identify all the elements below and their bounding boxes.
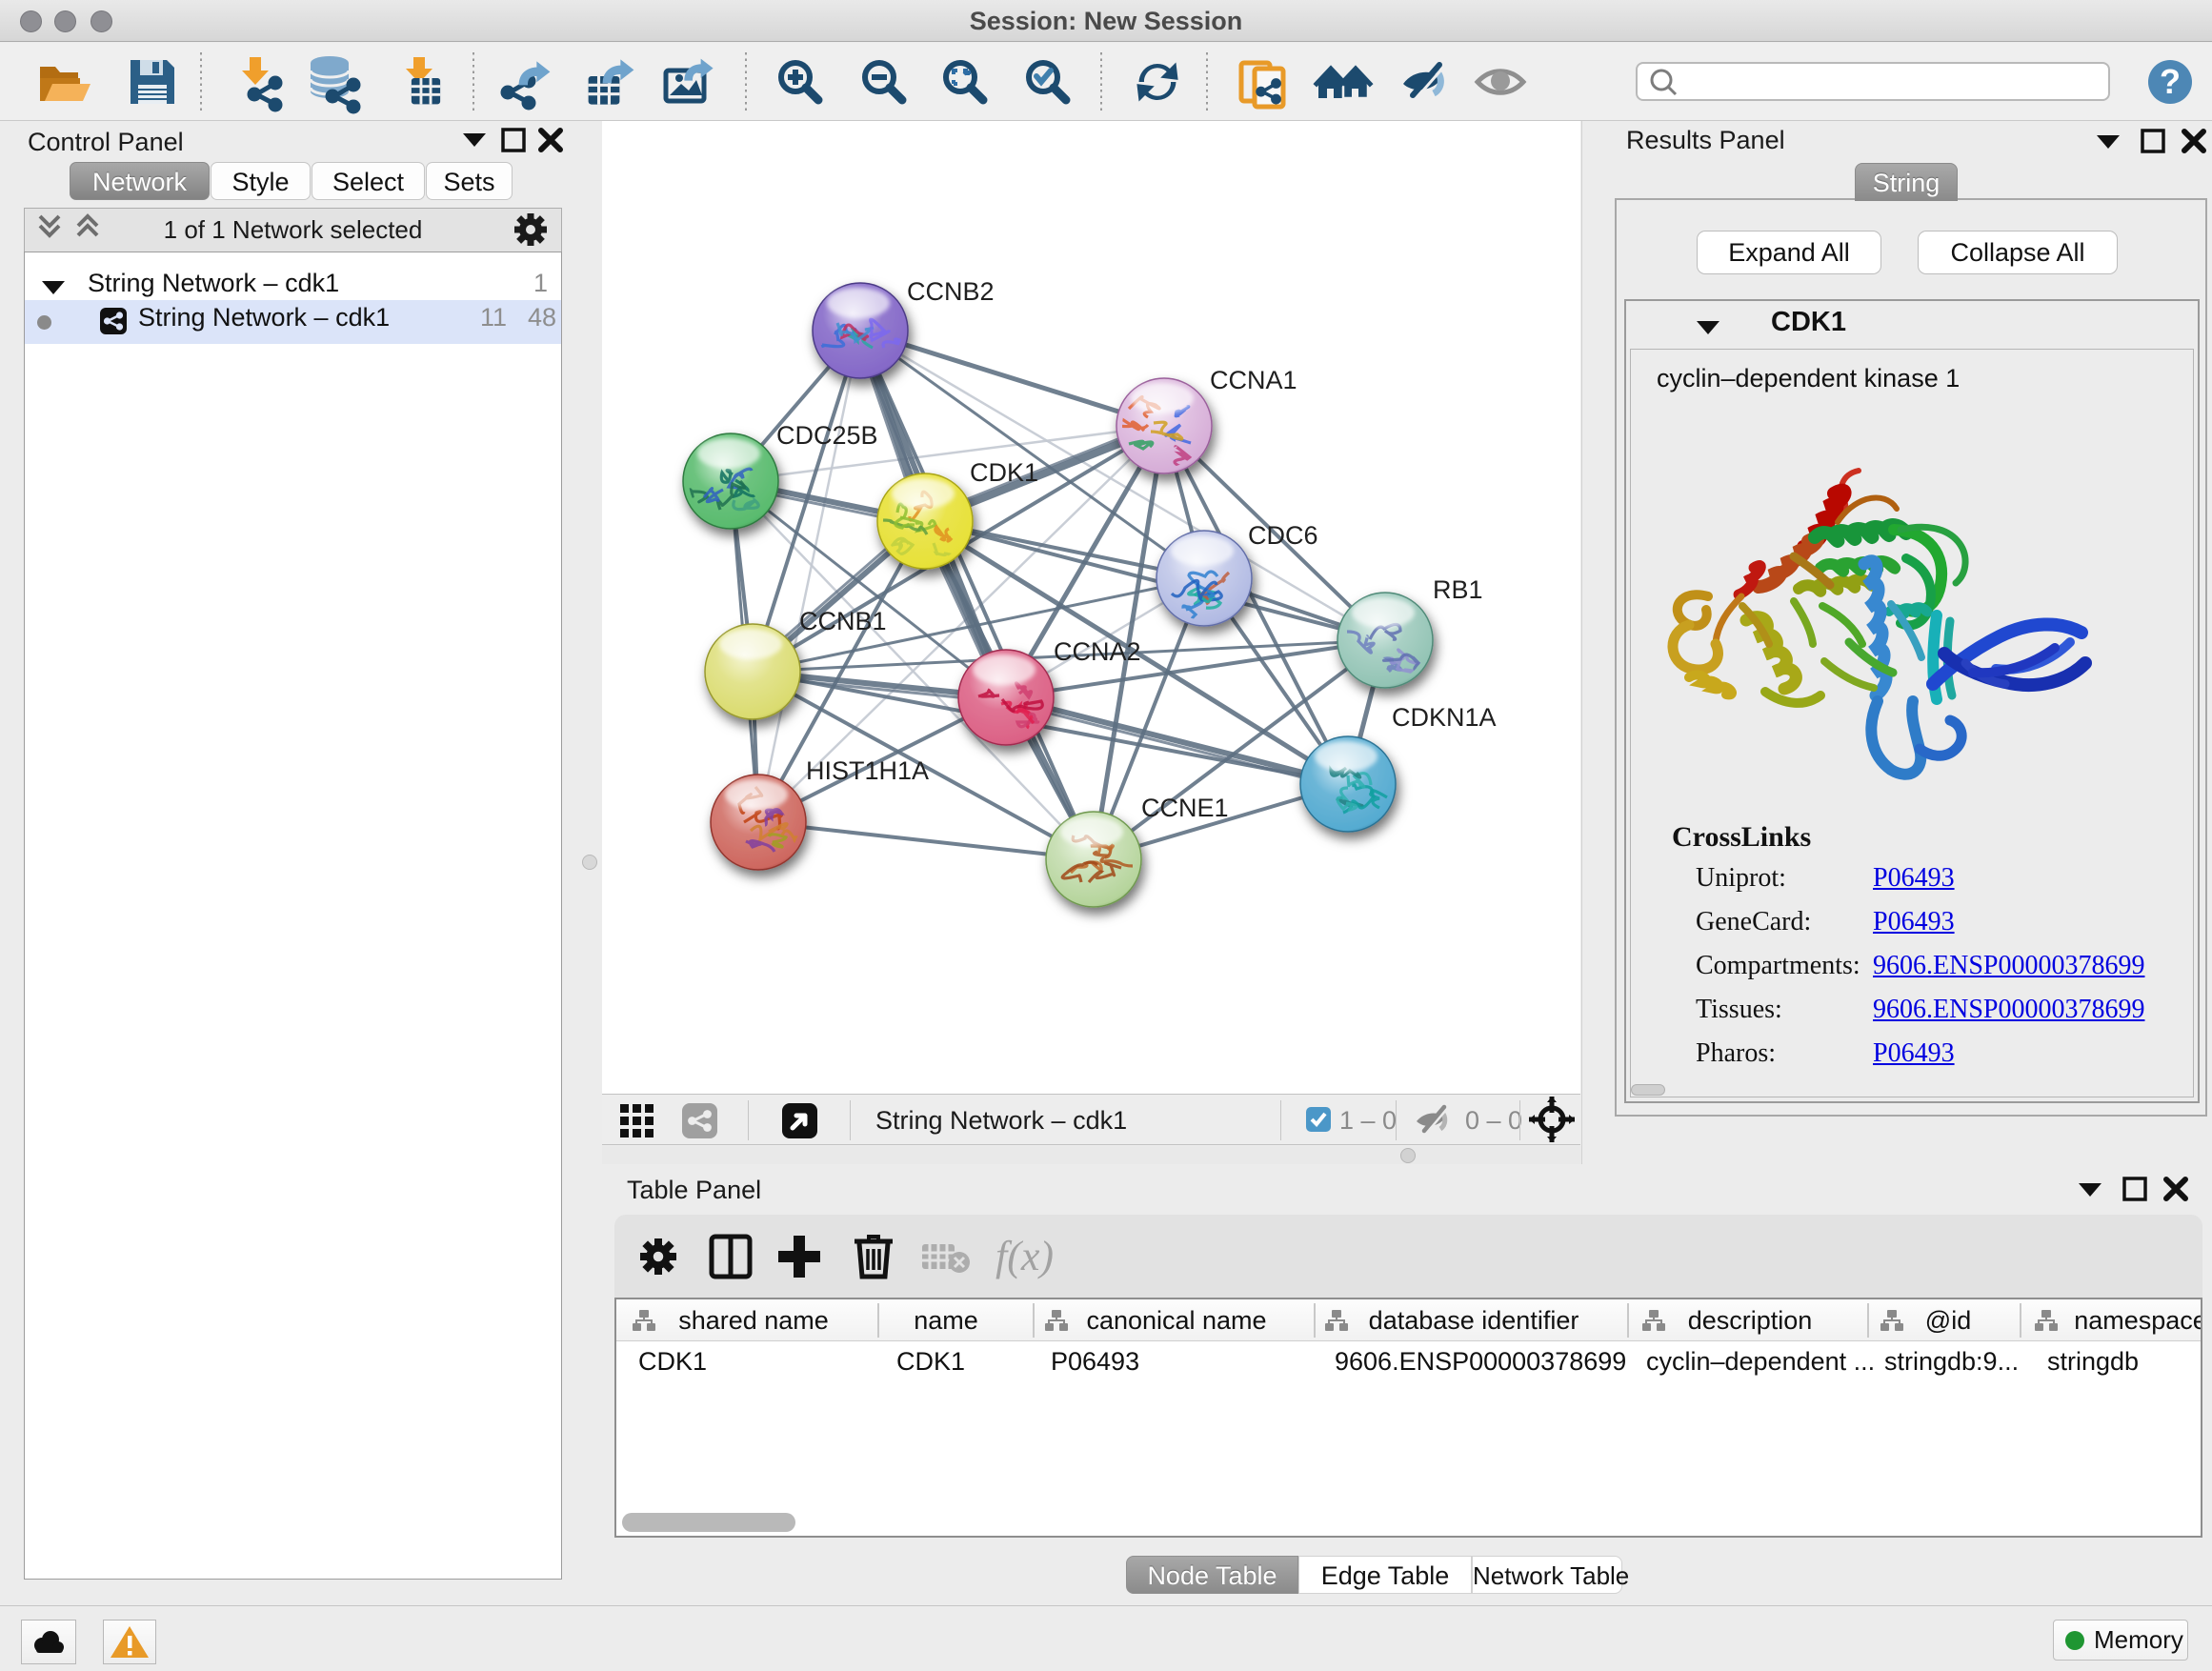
svg-text:CCNA1: CCNA1 (1210, 366, 1297, 394)
svg-text:CDK1: CDK1 (970, 458, 1038, 487)
svg-text:canonical name: canonical name (1086, 1306, 1266, 1335)
svg-text:HIST1H1A: HIST1H1A (806, 756, 929, 785)
svg-text:CCNA2: CCNA2 (1054, 637, 1141, 666)
svg-text:CDC6: CDC6 (1248, 521, 1318, 550)
svg-text:namespace: namespace (2074, 1306, 2201, 1335)
svg-text:name: name (914, 1306, 978, 1335)
svg-text:CCNE1: CCNE1 (1141, 794, 1229, 822)
svg-text:database identifier: database identifier (1369, 1306, 1579, 1335)
svg-text:CDC25B: CDC25B (776, 421, 878, 450)
svg-text:@id: @id (1925, 1306, 1971, 1335)
svg-text:CDKN1A: CDKN1A (1392, 703, 1497, 732)
svg-text:CCNB2: CCNB2 (907, 277, 995, 306)
svg-text:CCNB1: CCNB1 (799, 607, 887, 635)
svg-text:shared name: shared name (678, 1306, 829, 1335)
svg-text:description: description (1688, 1306, 1813, 1335)
svg-text:f(x): f(x) (995, 1233, 1054, 1279)
svg-text:?: ? (2160, 62, 2181, 101)
svg-text:RB1: RB1 (1433, 575, 1483, 604)
